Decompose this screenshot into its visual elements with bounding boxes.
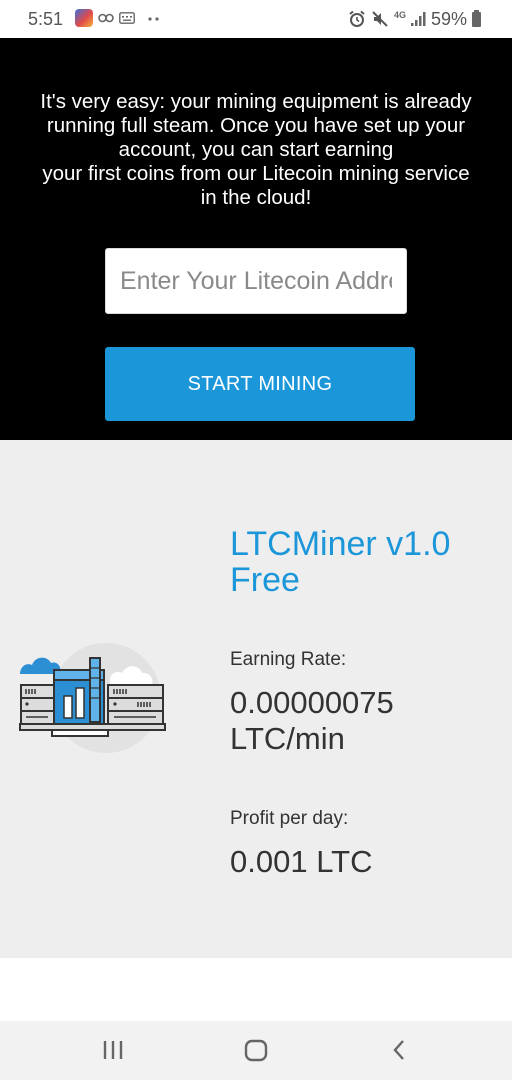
litecoin-address-input[interactable] bbox=[105, 248, 407, 314]
home-icon bbox=[244, 1039, 268, 1062]
recent-apps-button[interactable] bbox=[91, 1033, 135, 1069]
back-button[interactable] bbox=[377, 1033, 421, 1069]
profit-per-day-label: Profit per day: bbox=[230, 808, 349, 829]
link-icon bbox=[98, 13, 114, 23]
miner-info-panel: LTCMiner v1.0 Free Earning Rate: 0.00000… bbox=[0, 440, 512, 958]
home-button[interactable] bbox=[234, 1033, 278, 1069]
intro-line: your first coins from our Litecoin minin… bbox=[42, 162, 470, 185]
hero-section: It's very easy: your mining equipment is… bbox=[0, 38, 512, 440]
recent-apps-icon bbox=[103, 1041, 123, 1059]
system-nav-bar bbox=[0, 1021, 512, 1080]
earning-rate-value: 0.00000075 LTC/min bbox=[230, 685, 394, 756]
alarm-icon bbox=[349, 10, 365, 27]
intro-line: account, you can start earning bbox=[118, 138, 394, 161]
battery-percent: 59% bbox=[431, 9, 468, 29]
battery-icon bbox=[472, 10, 481, 27]
profit-per-day-value: 0.001 LTC bbox=[230, 844, 373, 879]
mute-icon bbox=[372, 11, 388, 27]
status-bar: 5:51 4G 59% bbox=[0, 0, 512, 38]
intro-line: running full steam. Once you have set up… bbox=[46, 114, 466, 137]
app-icon bbox=[75, 9, 93, 27]
network-4g-icon: 4G bbox=[394, 10, 407, 20]
keyboard-icon bbox=[119, 12, 135, 24]
intro-line: It's very easy: your mining equipment is… bbox=[40, 90, 472, 113]
mining-servers-illustration bbox=[19, 643, 166, 753]
more-dots-icon bbox=[148, 17, 159, 21]
signal-icon bbox=[411, 12, 426, 26]
status-time: 5:51 bbox=[28, 9, 64, 29]
product-title: LTCMiner v1.0 Free bbox=[230, 525, 451, 599]
start-mining-button[interactable]: START MINING bbox=[105, 347, 415, 421]
intro-line: in the cloud! bbox=[200, 186, 312, 209]
earning-rate-label: Earning Rate: bbox=[230, 649, 347, 670]
intro-text: It's very easy: your mining equipment is… bbox=[10, 90, 502, 210]
back-icon bbox=[393, 1040, 404, 1060]
